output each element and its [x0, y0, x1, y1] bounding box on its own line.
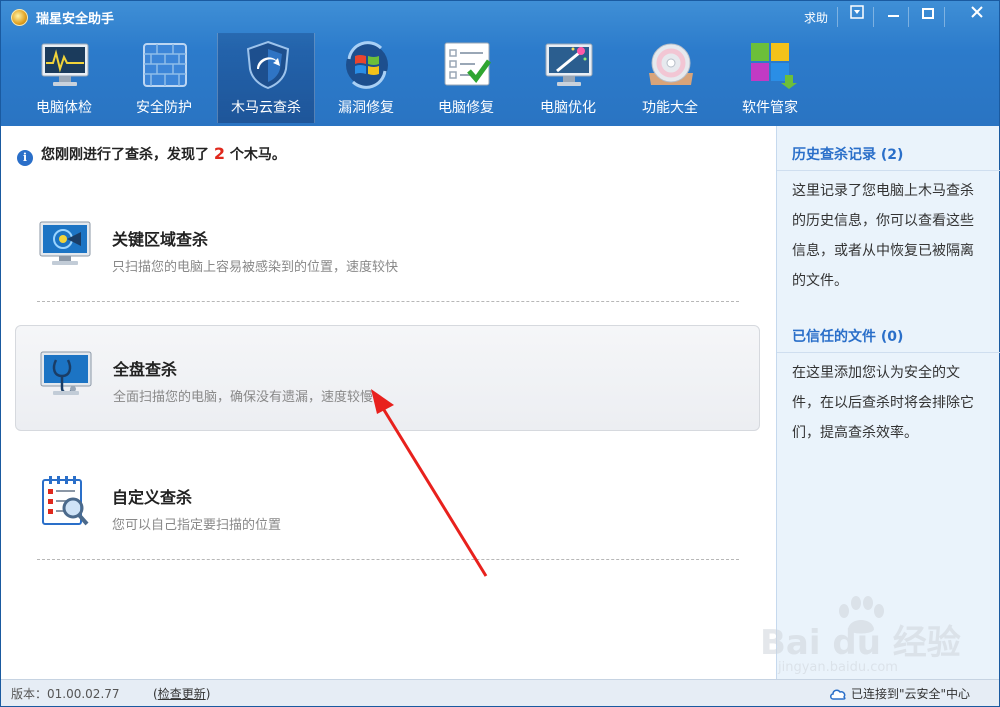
close-button[interactable] [963, 5, 991, 27]
tab-pc-optimize[interactable]: 电脑优化 [519, 33, 617, 123]
maximize-icon [922, 8, 934, 19]
scan-result-notice: i 您刚刚进行了查杀，发现了 2 个木马。 [17, 144, 286, 166]
option-divider [37, 301, 739, 302]
custom-scan-option[interactable]: 自定义查杀 您可以自己指定要扫描的位置 [15, 454, 760, 560]
title-bar: 瑞星安全助手 求助 [1, 1, 999, 33]
option-description: 全面扫描您的电脑，确保没有遗漏，速度较慢 [113, 390, 374, 405]
custom-list-magnifier-icon [42, 476, 89, 526]
tab-label: 软件管家 [742, 100, 798, 116]
title-separator [908, 7, 909, 27]
baidu-watermark: Bai du 经验 jingyan.baidu.com [760, 595, 990, 685]
tab-pc-repair[interactable]: 电脑修复 [417, 33, 515, 123]
menu-dropdown-button[interactable] [845, 5, 869, 27]
quick-scan-option[interactable]: 关键区域查杀 只扫描您的电脑上容易被感染到的位置，速度较快 [15, 196, 760, 302]
tab-label: 电脑优化 [540, 100, 596, 116]
tab-software-manager[interactable]: 软件管家 [721, 33, 819, 123]
sidebar-divider [777, 170, 1000, 171]
main-panel: i 您刚刚进行了查杀，发现了 2 个木马。 关键区域查杀 只扫描您的电脑上容易被感… [1, 126, 776, 679]
history-description: 这里记录了您电脑上木马查杀的历史信息，你可以查看这些信息，或者从中恢复已被隔离的… [792, 183, 974, 289]
tab-label: 功能大全 [642, 100, 698, 116]
trojan-count: 2 [213, 144, 226, 163]
tab-label: 安全防护 [136, 100, 192, 116]
tab-all-features[interactable]: 功能大全 [621, 33, 719, 123]
notice-prefix: 您刚刚进行了查杀，发现了 [41, 147, 209, 163]
tab-checkup[interactable]: 电脑体检 [15, 33, 113, 123]
monitor-stethoscope-icon [40, 351, 92, 395]
tab-vulnerability-fix[interactable]: 漏洞修复 [317, 33, 415, 123]
dropdown-menu-icon [850, 5, 864, 19]
watermark-brand: Bai du 经验 [760, 623, 961, 663]
help-link[interactable]: 求助 [804, 9, 828, 26]
option-description: 只扫描您的电脑上容易被感染到的位置，速度较快 [112, 260, 399, 275]
history-records-link[interactable]: 历史查杀记录 (2) [792, 144, 903, 164]
title-separator [944, 7, 945, 27]
app-title: 瑞星安全助手 [36, 12, 115, 27]
minimize-icon [887, 14, 899, 17]
option-description: 您可以自己指定要扫描的位置 [112, 518, 282, 533]
monitor-checkup-icon [41, 43, 89, 86]
header: 瑞星安全助手 求助 电脑体检 安全防护 木马云查杀 漏洞修复 电脑修复 电脑优化… [1, 1, 999, 126]
watermark-url: jingyan.baidu.com [778, 660, 898, 675]
cloud-status-text: 已连接到"云安全"中心 [851, 687, 971, 701]
minimize-button[interactable] [881, 5, 905, 27]
disc-icon [649, 43, 693, 85]
windows-update-icon [346, 41, 388, 89]
sidebar-divider [777, 352, 1000, 353]
check-update-text: 检查更新 [157, 687, 206, 701]
check-update-link[interactable]: (检查更新) [153, 685, 210, 702]
checklist-icon [444, 42, 492, 86]
maximize-button[interactable] [916, 5, 940, 27]
main-toolbar: 电脑体检 安全防护 木马云查杀 漏洞修复 电脑修复 电脑优化 功能大全 软件管家 [1, 33, 999, 126]
tab-trojan-scan[interactable]: 木马云查杀 [217, 33, 315, 123]
trusted-description: 在这里添加您认为安全的文件，在以后查杀时将会排除它们，提高查杀效率。 [792, 365, 974, 441]
trusted-files-link[interactable]: 已信任的文件 (0) [792, 326, 903, 346]
full-scan-option[interactable]: 全盘查杀 全面扫描您的电脑，确保没有遗漏，速度较慢 [15, 325, 760, 431]
version-label: 版本：01.00.02.77 [11, 687, 120, 701]
magic-wand-icon [545, 43, 593, 86]
notice-suffix: 个木马。 [229, 147, 286, 163]
option-title: 关键区域查杀 [112, 230, 209, 249]
software-blocks-icon [751, 43, 797, 89]
monitor-scan-icon [39, 221, 91, 265]
tab-label: 木马云查杀 [231, 100, 301, 116]
tab-protection[interactable]: 安全防护 [115, 33, 213, 123]
option-divider [37, 559, 739, 560]
cloud-icon [830, 689, 846, 700]
firewall-icon [143, 43, 187, 87]
shield-icon [246, 40, 290, 90]
option-title: 自定义查杀 [112, 488, 193, 507]
tab-label: 漏洞修复 [338, 100, 394, 116]
tab-label: 电脑修复 [438, 100, 494, 116]
title-separator [837, 7, 838, 27]
app-logo-icon [11, 9, 28, 26]
title-separator [873, 7, 874, 27]
info-icon: i [17, 150, 33, 166]
cloud-connection-status: 已连接到"云安全"中心 [829, 685, 970, 702]
tab-label: 电脑体检 [36, 100, 92, 116]
close-icon [971, 6, 983, 18]
option-title: 全盘查杀 [113, 360, 178, 379]
